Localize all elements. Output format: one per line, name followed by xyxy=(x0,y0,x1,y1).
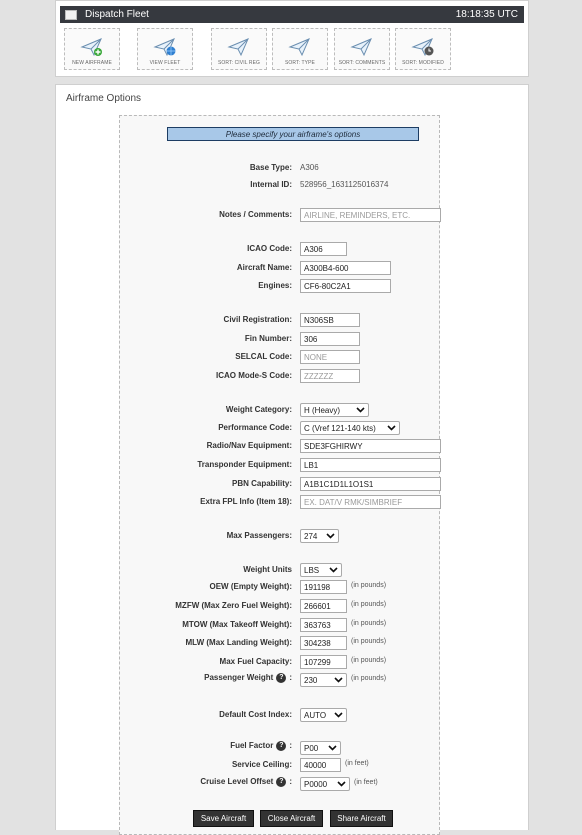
airframe-options-panel: Airframe Options Please specify your air… xyxy=(55,84,529,835)
mtow-input[interactable]: 363763 xyxy=(300,618,347,632)
top-toolbar-panel: Dispatch Fleet 18:18:35 UTC NEW AIRFRAME… xyxy=(55,0,529,77)
cost-index-select[interactable]: AUTO xyxy=(300,708,347,722)
cruise-offset-unit: (in feet) xyxy=(354,779,378,786)
sort-comments-button[interactable]: SORT: COMMENTS xyxy=(334,28,390,70)
internal-id-row: Internal ID: 528956_1631125016374 xyxy=(250,180,389,189)
mzfw-unit: (in pounds) xyxy=(351,601,387,608)
max-passengers-row: Max Passengers: 274 xyxy=(120,529,441,543)
icao-code-row: ICAO Code: A306 xyxy=(120,242,441,256)
base-type-value: A306 xyxy=(300,163,319,172)
transponder-input[interactable]: LB1 xyxy=(300,458,441,472)
new-airframe-button[interactable]: NEW AIRFRAME xyxy=(64,28,120,70)
notes-row: Notes / Comments: AIRLINE, REMINDERS, ET… xyxy=(120,208,441,222)
help-icon[interactable]: ? xyxy=(276,777,287,787)
transponder-row: Transponder Equipment: LB1 xyxy=(120,458,441,472)
weight-category-select[interactable]: H (Heavy) xyxy=(300,403,369,417)
mlw-input[interactable]: 304238 xyxy=(300,636,347,650)
chevron-down-icon xyxy=(356,407,365,413)
fin-number-input[interactable]: 306 xyxy=(300,332,360,346)
instruction-banner: Please specify your airframe's options xyxy=(167,127,419,141)
chevron-down-icon xyxy=(326,533,335,539)
view-fleet-button[interactable]: VIEW FLEET xyxy=(137,28,193,70)
performance-code-select[interactable]: C (Vref 121-140 kts) xyxy=(300,421,400,435)
save-aircraft-button[interactable]: Save Aircraft xyxy=(193,810,254,827)
engines-row: Engines: CF6-80C2A1 xyxy=(120,279,441,293)
mode-s-row: ICAO Mode-S Code: ZZZZZZ xyxy=(120,369,441,383)
help-icon[interactable]: ? xyxy=(276,673,287,683)
panel-title: Airframe Options xyxy=(66,93,142,104)
selcal-input[interactable]: NONE xyxy=(300,350,360,364)
share-aircraft-button[interactable]: Share Aircraft xyxy=(330,810,393,827)
max-fuel-unit: (in pounds) xyxy=(351,657,387,664)
fuel-factor-select[interactable]: P00 xyxy=(300,741,341,755)
mode-s-input[interactable]: ZZZZZZ xyxy=(300,369,360,383)
notes-input[interactable]: AIRLINE, REMINDERS, ETC. xyxy=(300,208,441,222)
chevron-down-icon xyxy=(334,712,343,718)
title-bar: Dispatch Fleet 18:18:35 UTC xyxy=(60,6,524,23)
fuel-factor-row: Fuel Factor?: P00 xyxy=(120,741,441,755)
aircraft-name-row: Aircraft Name: A300B4-600 xyxy=(120,261,441,275)
chevron-down-icon xyxy=(328,745,337,751)
service-ceiling-row: Service Ceiling: 40000 (in feet) xyxy=(231,758,369,772)
fin-number-row: Fin Number: 306 xyxy=(120,332,441,346)
sort-modified-button[interactable]: SORT: MODIFIED xyxy=(395,28,451,70)
max-fuel-input[interactable]: 107299 xyxy=(300,655,347,669)
utc-clock: 18:18:35 UTC xyxy=(455,9,518,20)
chevron-down-icon xyxy=(337,781,346,787)
max-passengers-select[interactable]: 274 xyxy=(300,529,339,543)
oew-input[interactable]: 191198 xyxy=(300,580,347,594)
base-type-row: Base Type: A306 xyxy=(249,163,319,172)
cruise-offset-select[interactable]: P0000 xyxy=(300,777,350,791)
mlw-unit: (in pounds) xyxy=(351,638,387,645)
mlw-row: MLW (Max Landing Weight): 304238 (in pou… xyxy=(185,636,387,650)
oew-unit: (in pounds) xyxy=(351,582,387,589)
mtow-row: MTOW (Max Takeoff Weight): 363763 (in po… xyxy=(182,618,387,632)
internal-id-value: 528956_1631125016374 xyxy=(300,180,389,189)
chevron-down-icon xyxy=(334,677,343,683)
plane-icon xyxy=(227,38,249,57)
chevron-down-icon xyxy=(329,567,338,573)
plane-icon xyxy=(350,38,372,57)
pbn-input[interactable]: A1B1C1D1L1O1S1 xyxy=(300,477,441,491)
plane-clock-icon xyxy=(411,38,434,57)
cruise-offset-row: Cruise Level Offset?: P0000 (in feet) xyxy=(200,777,378,791)
oew-row: OEW (Empty Weight): 191198 (in pounds) xyxy=(209,580,387,594)
weight-category-row: Weight Category: H (Heavy) xyxy=(120,403,441,417)
radio-nav-row: Radio/Nav Equipment: SDE3FGHIRWY xyxy=(120,439,441,453)
pax-weight-row: Passenger Weight?: 230 (in pounds) xyxy=(204,673,387,687)
cost-index-row: Default Cost Index: AUTO xyxy=(120,708,441,722)
civil-registration-input[interactable]: N306SB xyxy=(300,313,360,327)
sort-civil-reg-button[interactable]: SORT: CIVIL REG xyxy=(211,28,267,70)
sort-type-button[interactable]: SORT: TYPE xyxy=(272,28,328,70)
mtow-unit: (in pounds) xyxy=(351,620,387,627)
max-fuel-row: Max Fuel Capacity: 107299 (in pounds) xyxy=(219,655,387,669)
pax-weight-unit: (in pounds) xyxy=(351,675,387,682)
plane-globe-icon xyxy=(153,38,176,57)
extra-fpl-input[interactable]: EX. DAT/V RMK/SIMBRIEF xyxy=(300,495,441,509)
engines-input[interactable]: CF6-80C2A1 xyxy=(300,279,391,293)
selcal-row: SELCAL Code: NONE xyxy=(120,350,441,364)
window-title: Dispatch Fleet xyxy=(85,9,149,20)
help-icon[interactable]: ? xyxy=(276,741,287,751)
mzfw-input[interactable]: 266601 xyxy=(300,599,347,613)
icao-code-input[interactable]: A306 xyxy=(300,242,347,256)
service-ceiling-input[interactable]: 40000 xyxy=(300,758,341,772)
options-form: Please specify your airframe's options B… xyxy=(119,115,441,835)
extra-fpl-row: Extra FPL Info (Item 18): EX. DAT/V RMK/… xyxy=(120,495,441,509)
close-aircraft-button[interactable]: Close Aircraft xyxy=(260,810,323,827)
radio-nav-input[interactable]: SDE3FGHIRWY xyxy=(300,439,441,453)
plane-add-icon xyxy=(80,38,102,57)
pax-weight-select[interactable]: 230 xyxy=(300,673,347,687)
service-ceiling-unit: (in feet) xyxy=(345,760,369,767)
aircraft-name-input[interactable]: A300B4-600 xyxy=(300,261,391,275)
plane-icon xyxy=(288,38,310,57)
weight-units-row: Weight Units LBS xyxy=(120,563,441,577)
mzfw-row: MZFW (Max Zero Fuel Weight): 266601 (in … xyxy=(175,599,387,613)
weight-units-select[interactable]: LBS xyxy=(300,563,342,577)
pbn-row: PBN Capability: A1B1C1D1L1O1S1 xyxy=(120,477,441,491)
window-icon xyxy=(65,9,77,20)
chevron-down-icon xyxy=(387,425,396,431)
performance-code-row: Performance Code: C (Vref 121-140 kts) xyxy=(120,421,441,435)
civil-registration-row: Civil Registration: N306SB xyxy=(120,313,441,327)
